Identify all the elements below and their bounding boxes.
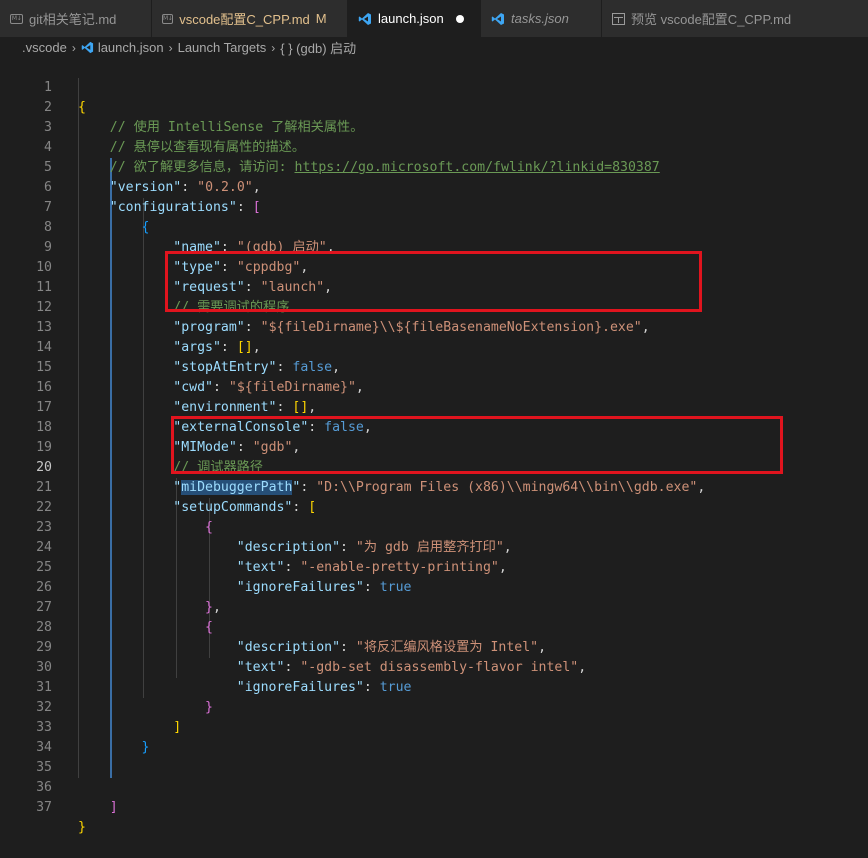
code-line: 32 ] xyxy=(0,678,868,735)
code-line: 30 "ignoreFailures": true xyxy=(0,638,868,695)
code-line: 23 "description": "为 gdb 启用整齐打印", xyxy=(0,498,868,555)
code-line: 5 "version": "0.2.0", xyxy=(0,138,868,195)
code-line: 24 "text": "-enable-pretty-printing", xyxy=(0,518,868,575)
code-line: 26 }, xyxy=(0,558,868,615)
markdown-icon: M↓ xyxy=(162,13,174,24)
code-line: 28 "description": "将反汇编风格设置为 Intel", xyxy=(0,598,868,655)
code-line: 14 "stopAtEntry": false, xyxy=(0,318,868,375)
code-line: 9 "type": "cppdbg", xyxy=(0,218,868,275)
code-line: 22 { xyxy=(0,478,868,535)
code-line: 1 { xyxy=(0,58,868,115)
tab-launch-json[interactable]: launch.json xyxy=(348,0,481,37)
code-line: 35 xyxy=(0,738,868,775)
tab-preview-md[interactable]: 预览 vscode配置C_CPP.md xyxy=(602,0,868,37)
tab-label: vscode配置C_CPP.md xyxy=(179,12,310,27)
tab-git-notes[interactable]: M↓ git相关笔记.md xyxy=(0,0,152,37)
tab-tasks-json[interactable]: tasks.json xyxy=(481,0,602,37)
tab-label: launch.json xyxy=(378,11,444,26)
tab-label: 预览 vscode配置C_CPP.md xyxy=(631,12,792,27)
code-line: 29 "text": "-gdb-set disassembly-flavor … xyxy=(0,618,868,675)
breadcrumb-section[interactable]: Launch Targets xyxy=(178,40,267,55)
code-line: 8 "name": "(gdb) 启动", xyxy=(0,198,868,255)
chevron-right-icon: › xyxy=(71,40,76,55)
modified-status-badge: M xyxy=(315,11,327,26)
code-line: 3 // 悬停以查看现有属性的描述。 xyxy=(0,98,868,155)
breadcrumb-folder[interactable]: .vscode xyxy=(22,40,67,55)
code-line: 27 { xyxy=(0,578,868,635)
code-line: 17 "externalConsole": false, xyxy=(0,378,868,435)
code-line: 16 "environment": [], xyxy=(0,358,868,415)
code-line: 33 } xyxy=(0,698,868,755)
vscode-icon xyxy=(491,12,505,26)
breadcrumb-file[interactable]: launch.json xyxy=(98,40,164,55)
tab-vscode-config-md[interactable]: M↓ vscode配置C_CPP.md M xyxy=(152,0,348,37)
code-line: 18 "MIMode": "gdb", xyxy=(0,398,868,455)
annotation-box-program xyxy=(165,251,702,312)
code-line: 36 ] xyxy=(0,758,868,815)
tab-label: git相关笔记.md xyxy=(29,12,117,27)
code-line: 15 "cwd": "${fileDirname}", xyxy=(0,338,868,395)
chevron-right-icon: › xyxy=(271,40,276,55)
code-line: 4 // 欲了解更多信息，请访问: https://go.microsoft.c… xyxy=(0,118,868,175)
code-line: 2 // 使用 IntelliSense 了解相关属性。 xyxy=(0,78,868,135)
code-line: 7 { xyxy=(0,178,868,235)
vscode-icon xyxy=(81,41,94,54)
tab-label: tasks.json xyxy=(511,11,569,26)
annotation-box-debugger-path xyxy=(171,416,783,474)
preview-icon xyxy=(612,12,625,25)
breadcrumb-symbol[interactable]: { } (gdb) 启动 xyxy=(280,38,356,57)
chevron-right-icon: › xyxy=(168,40,173,55)
line-number: 37 xyxy=(36,800,52,815)
code-line: 34 xyxy=(0,718,868,755)
code-line: 6 "configurations": [ xyxy=(0,158,868,215)
markdown-icon: M↓ xyxy=(10,13,23,24)
code-line: 25 "ignoreFailures": true xyxy=(0,538,868,595)
code-editor[interactable]: 1 { 2 // 使用 IntelliSense 了解相关属性。 3 // 悬停… xyxy=(0,58,868,835)
code-line: 37 } xyxy=(0,778,868,835)
breadcrumb: .vscode › launch.json › Launch Targets ›… xyxy=(0,37,868,58)
code-line: 31 } xyxy=(0,658,868,715)
unsaved-dot-icon[interactable] xyxy=(455,14,464,23)
tab-bar: M↓ git相关笔记.md M↓ vscode配置C_CPP.md M laun… xyxy=(0,0,868,37)
vscode-icon xyxy=(358,12,372,26)
